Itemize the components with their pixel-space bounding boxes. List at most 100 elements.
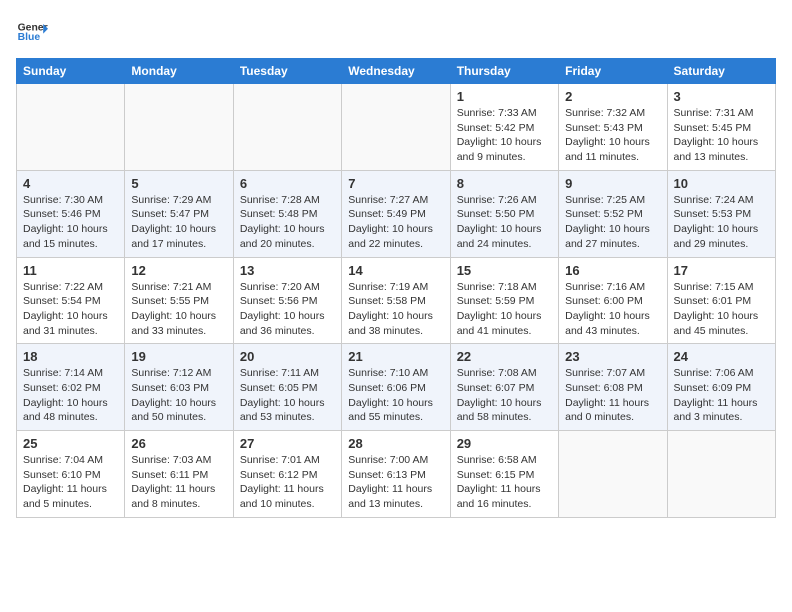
calendar-cell: 4Sunrise: 7:30 AMSunset: 5:46 PMDaylight… bbox=[17, 170, 125, 257]
calendar-table: SundayMondayTuesdayWednesdayThursdayFrid… bbox=[16, 58, 776, 518]
calendar-cell: 23 Sunrise: 7:07 AMSunset: 6:08 PMDayligh… bbox=[559, 344, 667, 431]
calendar-cell: 19 Sunrise: 7:12 AMSunset: 6:03 PMDayligh… bbox=[125, 344, 233, 431]
day-info: Sunrise: 6:58 AMSunset: 6:15 PMDaylight:… bbox=[457, 453, 552, 512]
day-info: Sunrise: 7:03 AMSunset: 6:11 PMDaylight:… bbox=[131, 453, 226, 512]
day-info: Sunrise: 7:00 AMSunset: 6:13 PMDaylight:… bbox=[348, 453, 443, 512]
day-number: 20 bbox=[240, 349, 335, 364]
day-info: Sunrise: 7:08 AMSunset: 6:07 PMDaylight:… bbox=[457, 366, 552, 425]
calendar-cell: 22 Sunrise: 7:08 AMSunset: 6:07 PMDayligh… bbox=[450, 344, 558, 431]
calendar-cell bbox=[559, 431, 667, 518]
week-row-4: 18 Sunrise: 7:14 AMSunset: 6:02 PMDayligh… bbox=[17, 344, 776, 431]
calendar-cell: 25 Sunrise: 7:04 AMSunset: 6:10 PMDayligh… bbox=[17, 431, 125, 518]
day-number: 23 bbox=[565, 349, 660, 364]
logo-icon: General Blue bbox=[16, 16, 48, 48]
day-info: Sunrise: 7:04 AMSunset: 6:10 PMDaylight:… bbox=[23, 453, 118, 512]
day-info: Sunrise: 7:21 AMSunset: 5:55 PMDaylight:… bbox=[131, 280, 226, 339]
day-number: 1 bbox=[457, 89, 552, 104]
day-number: 11 bbox=[23, 263, 118, 278]
calendar-cell: 26 Sunrise: 7:03 AMSunset: 6:11 PMDayligh… bbox=[125, 431, 233, 518]
day-number: 22 bbox=[457, 349, 552, 364]
calendar-cell: 16 Sunrise: 7:16 AMSunset: 6:00 PMDayligh… bbox=[559, 257, 667, 344]
day-number: 16 bbox=[565, 263, 660, 278]
day-info: Sunrise: 7:20 AMSunset: 5:56 PMDaylight:… bbox=[240, 280, 335, 339]
calendar-cell bbox=[233, 84, 341, 171]
day-info: Sunrise: 7:14 AMSunset: 6:02 PMDaylight:… bbox=[23, 366, 118, 425]
day-number: 6 bbox=[240, 176, 335, 191]
day-number: 3 bbox=[674, 89, 769, 104]
day-number: 15 bbox=[457, 263, 552, 278]
week-row-1: 1 Sunrise: 7:33 AMSunset: 5:42 PMDaylight… bbox=[17, 84, 776, 171]
day-number: 10 bbox=[674, 176, 769, 191]
week-row-5: 25 Sunrise: 7:04 AMSunset: 6:10 PMDayligh… bbox=[17, 431, 776, 518]
day-number: 5 bbox=[131, 176, 226, 191]
calendar-cell: 1 Sunrise: 7:33 AMSunset: 5:42 PMDaylight… bbox=[450, 84, 558, 171]
day-info: Sunrise: 7:18 AMSunset: 5:59 PMDaylight:… bbox=[457, 280, 552, 339]
calendar-cell: 6 Sunrise: 7:28 AMSunset: 5:48 PMDaylight… bbox=[233, 170, 341, 257]
calendar-cell bbox=[667, 431, 775, 518]
day-info: Sunrise: 7:25 AMSunset: 5:52 PMDaylight:… bbox=[565, 193, 660, 252]
calendar-cell: 27 Sunrise: 7:01 AMSunset: 6:12 PMDayligh… bbox=[233, 431, 341, 518]
day-number: 14 bbox=[348, 263, 443, 278]
day-number: 25 bbox=[23, 436, 118, 451]
day-number: 29 bbox=[457, 436, 552, 451]
calendar-cell bbox=[342, 84, 450, 171]
calendar-cell: 10 Sunrise: 7:24 AMSunset: 5:53 PMDayligh… bbox=[667, 170, 775, 257]
day-number: 7 bbox=[348, 176, 443, 191]
day-info: Sunrise: 7:19 AMSunset: 5:58 PMDaylight:… bbox=[348, 280, 443, 339]
day-info: Sunrise: 7:15 AMSunset: 6:01 PMDaylight:… bbox=[674, 280, 769, 339]
col-header-tuesday: Tuesday bbox=[233, 59, 341, 84]
day-info: Sunrise: 7:30 AMSunset: 5:46 PMDaylight:… bbox=[23, 193, 118, 252]
col-header-monday: Monday bbox=[125, 59, 233, 84]
day-info: Sunrise: 7:27 AMSunset: 5:49 PMDaylight:… bbox=[348, 193, 443, 252]
calendar-cell: 24 Sunrise: 7:06 AMSunset: 6:09 PMDayligh… bbox=[667, 344, 775, 431]
day-number: 13 bbox=[240, 263, 335, 278]
calendar-cell: 20 Sunrise: 7:11 AMSunset: 6:05 PMDayligh… bbox=[233, 344, 341, 431]
col-header-sunday: Sunday bbox=[17, 59, 125, 84]
calendar-cell: 9 Sunrise: 7:25 AMSunset: 5:52 PMDaylight… bbox=[559, 170, 667, 257]
calendar-cell: 18 Sunrise: 7:14 AMSunset: 6:02 PMDayligh… bbox=[17, 344, 125, 431]
day-info: Sunrise: 7:29 AMSunset: 5:47 PMDaylight:… bbox=[131, 193, 226, 252]
day-number: 28 bbox=[348, 436, 443, 451]
week-row-2: 4Sunrise: 7:30 AMSunset: 5:46 PMDaylight… bbox=[17, 170, 776, 257]
calendar-cell: 28 Sunrise: 7:00 AMSunset: 6:13 PMDayligh… bbox=[342, 431, 450, 518]
calendar-cell: 2Sunrise: 7:32 AMSunset: 5:43 PMDaylight… bbox=[559, 84, 667, 171]
logo: General Blue bbox=[16, 16, 48, 48]
day-number: 9 bbox=[565, 176, 660, 191]
calendar-cell: 29 Sunrise: 6:58 AMSunset: 6:15 PMDayligh… bbox=[450, 431, 558, 518]
day-number: 27 bbox=[240, 436, 335, 451]
day-info: Sunrise: 7:12 AMSunset: 6:03 PMDaylight:… bbox=[131, 366, 226, 425]
calendar-cell: 12 Sunrise: 7:21 AMSunset: 5:55 PMDayligh… bbox=[125, 257, 233, 344]
day-number: 8 bbox=[457, 176, 552, 191]
col-header-friday: Friday bbox=[559, 59, 667, 84]
day-number: 26 bbox=[131, 436, 226, 451]
day-info: Sunrise: 7:11 AMSunset: 6:05 PMDaylight:… bbox=[240, 366, 335, 425]
day-info: Sunrise: 7:24 AMSunset: 5:53 PMDaylight:… bbox=[674, 193, 769, 252]
day-info: Sunrise: 7:01 AMSunset: 6:12 PMDaylight:… bbox=[240, 453, 335, 512]
day-info: Sunrise: 7:28 AMSunset: 5:48 PMDaylight:… bbox=[240, 193, 335, 252]
day-info: Sunrise: 7:32 AMSunset: 5:43 PMDaylight:… bbox=[565, 106, 660, 165]
calendar-cell: 3 Sunrise: 7:31 AMSunset: 5:45 PMDaylight… bbox=[667, 84, 775, 171]
calendar-cell: 14 Sunrise: 7:19 AMSunset: 5:58 PMDayligh… bbox=[342, 257, 450, 344]
calendar-cell bbox=[17, 84, 125, 171]
day-number: 24 bbox=[674, 349, 769, 364]
svg-text:Blue: Blue bbox=[18, 32, 41, 43]
page-header: General Blue bbox=[16, 16, 776, 48]
day-info: Sunrise: 7:33 AMSunset: 5:42 PMDaylight:… bbox=[457, 106, 552, 165]
day-info: Sunrise: 7:31 AMSunset: 5:45 PMDaylight:… bbox=[674, 106, 769, 165]
col-header-thursday: Thursday bbox=[450, 59, 558, 84]
day-number: 12 bbox=[131, 263, 226, 278]
calendar-cell: 13 Sunrise: 7:20 AMSunset: 5:56 PMDayligh… bbox=[233, 257, 341, 344]
week-row-3: 11Sunrise: 7:22 AMSunset: 5:54 PMDayligh… bbox=[17, 257, 776, 344]
day-info: Sunrise: 7:07 AMSunset: 6:08 PMDaylight:… bbox=[565, 366, 660, 425]
day-info: Sunrise: 7:10 AMSunset: 6:06 PMDaylight:… bbox=[348, 366, 443, 425]
calendar-cell: 21 Sunrise: 7:10 AMSunset: 6:06 PMDayligh… bbox=[342, 344, 450, 431]
calendar-cell: 17Sunrise: 7:15 AMSunset: 6:01 PMDayligh… bbox=[667, 257, 775, 344]
day-number: 21 bbox=[348, 349, 443, 364]
calendar-cell: 5 Sunrise: 7:29 AMSunset: 5:47 PMDaylight… bbox=[125, 170, 233, 257]
day-number: 18 bbox=[23, 349, 118, 364]
calendar-cell: 15 Sunrise: 7:18 AMSunset: 5:59 PMDayligh… bbox=[450, 257, 558, 344]
day-info: Sunrise: 7:06 AMSunset: 6:09 PMDaylight:… bbox=[674, 366, 769, 425]
col-header-wednesday: Wednesday bbox=[342, 59, 450, 84]
day-info: Sunrise: 7:16 AMSunset: 6:00 PMDaylight:… bbox=[565, 280, 660, 339]
day-number: 19 bbox=[131, 349, 226, 364]
